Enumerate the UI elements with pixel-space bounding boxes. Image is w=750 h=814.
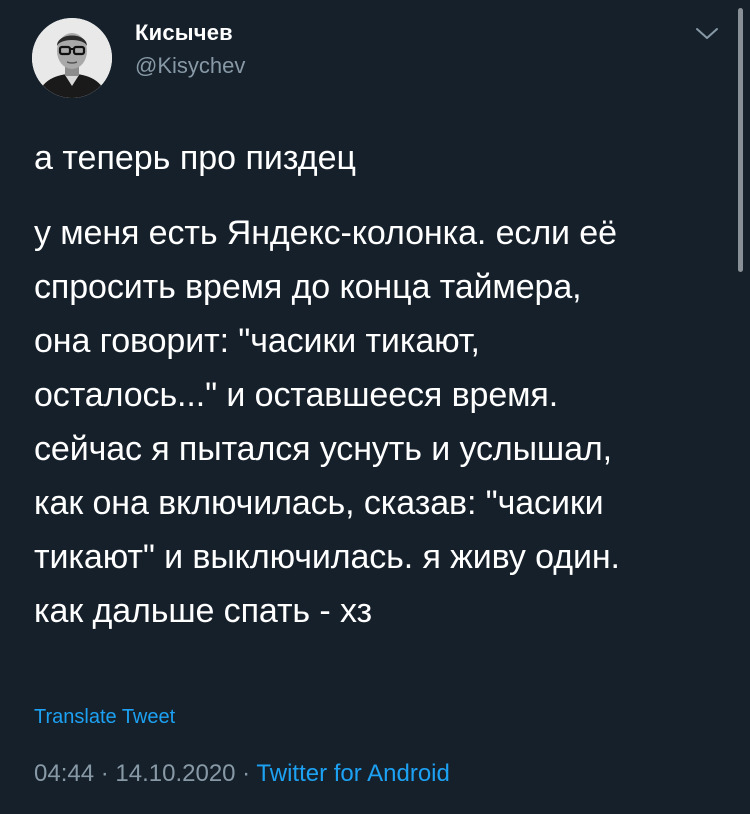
tweet-source-link[interactable]: Twitter for Android	[256, 760, 449, 787]
tweet-body-line: как она включилась, сказав: "часики	[34, 484, 604, 522]
tweet-meta: 04:44 · 14.10.2020 · Twitter for Android	[34, 760, 450, 788]
tweet-body-line: она говорит: "часики тикают,	[34, 322, 480, 360]
tweet-body-line: осталось..." и оставшееся время.	[34, 376, 559, 414]
translate-tweet-link[interactable]: Translate Tweet	[34, 706, 175, 729]
author-handle[interactable]: @Kisychev	[135, 53, 245, 79]
author-display-name[interactable]: Кисычев	[135, 20, 233, 46]
avatar[interactable]	[32, 18, 112, 98]
tweet-time: 04:44	[34, 760, 95, 787]
tweet-card: Кисычев @Kisychev а теперь про пиздец у …	[0, 0, 750, 814]
tweet-body-line: у меня есть Яндекс-колонка. если её	[34, 214, 617, 252]
tweet-body-line: тикают" и выключилась. я живу один.	[34, 538, 620, 576]
avatar-photo	[32, 18, 112, 98]
chevron-down-icon[interactable]	[694, 24, 720, 44]
tweet-body: у меня есть Яндекс-колонка. если её спро…	[34, 206, 620, 638]
tweet-body-line: сейчас я пытался уснуть и услышал,	[34, 430, 613, 468]
scrollbar[interactable]	[738, 8, 743, 272]
tweet-body-line: спросить время до конца таймера,	[34, 268, 582, 306]
meta-separator: ·	[235, 760, 257, 787]
tweet-body-line: как дальше спать - хз	[34, 592, 372, 630]
meta-separator: ·	[94, 760, 116, 787]
tweet-lead-text: а теперь про пиздец	[34, 139, 356, 177]
tweet-date: 14.10.2020	[115, 760, 236, 787]
